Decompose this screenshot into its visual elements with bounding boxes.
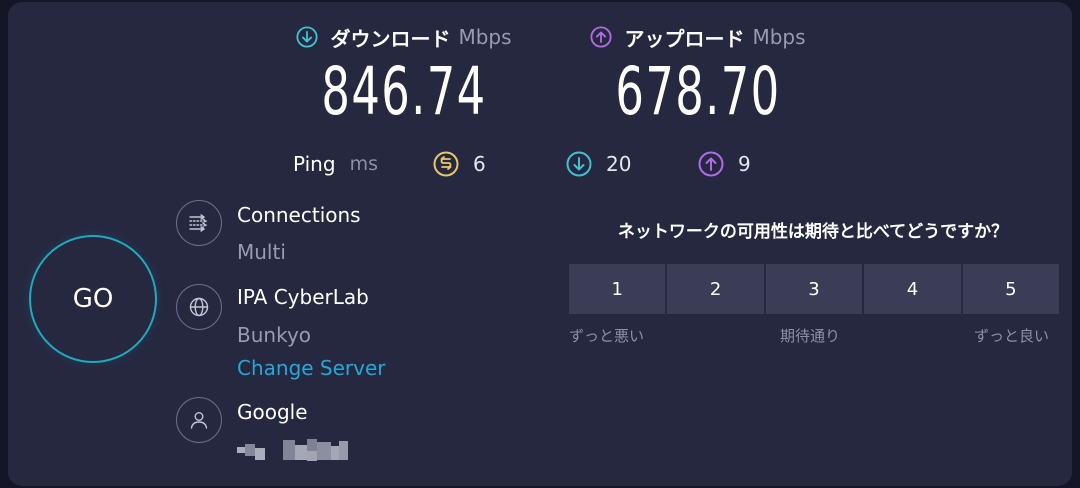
server-name: IPA CyberLab: [237, 285, 369, 309]
provider-name: Google: [237, 400, 308, 424]
upload-unit: Mbps: [752, 25, 806, 49]
upload-latency-icon: [698, 151, 724, 177]
download-value: 846.74: [321, 53, 487, 130]
go-button[interactable]: GO: [29, 235, 157, 363]
server-location: Bunkyo: [237, 323, 312, 347]
rating-option-2[interactable]: 2: [667, 264, 766, 314]
download-label: ダウンロード: [330, 26, 451, 51]
rating-low-label: ずっと悪い: [569, 327, 645, 345]
survey-question: ネットワークの可用性は期待と比べてどうですか？: [617, 222, 1009, 242]
user-icon: [176, 397, 222, 443]
rating-mid-label: 期待通り: [780, 327, 841, 345]
download-latency-icon: [566, 151, 592, 177]
rating-option-1[interactable]: 1: [569, 264, 668, 314]
upload-value: 678.70: [615, 53, 781, 130]
rating-high-label: ずっと良い: [974, 327, 1050, 345]
rating-option-3[interactable]: 3: [765, 264, 865, 314]
rating-option-4[interactable]: 4: [864, 264, 963, 314]
ping-upload-value: 9: [738, 152, 751, 176]
upload-metric: アップロード Mbps 678.70: [576, 22, 820, 132]
ping-title-group: Ping ms: [293, 148, 378, 180]
download-metric: ダウンロード Mbps 846.74: [282, 22, 526, 132]
ping-unit: ms: [349, 153, 378, 175]
globe-icon: [176, 284, 222, 330]
redacted-ip-block: [237, 439, 348, 461]
rating-option-5[interactable]: 5: [962, 264, 1060, 314]
upload-arrow-icon: [590, 26, 612, 48]
upload-label: アップロード: [624, 26, 745, 51]
download-arrow-icon: [296, 26, 318, 48]
ping-download-value: 20: [606, 152, 632, 176]
download-unit: Mbps: [458, 25, 512, 49]
ping-title: Ping: [293, 152, 336, 176]
ping-idle-value: 6: [473, 152, 486, 176]
idle-latency-icon: [433, 151, 459, 177]
connections-value: Multi: [237, 240, 286, 264]
rating-scale: 1 2 3 4 5: [569, 264, 1060, 314]
connections-icon: [176, 200, 222, 246]
connections-title: Connections: [237, 203, 361, 227]
speedtest-panel: ダウンロード Mbps 846.74 アップロード Mbps 678.70 Pi…: [8, 2, 1072, 486]
change-server-link[interactable]: Change Server: [237, 356, 386, 380]
